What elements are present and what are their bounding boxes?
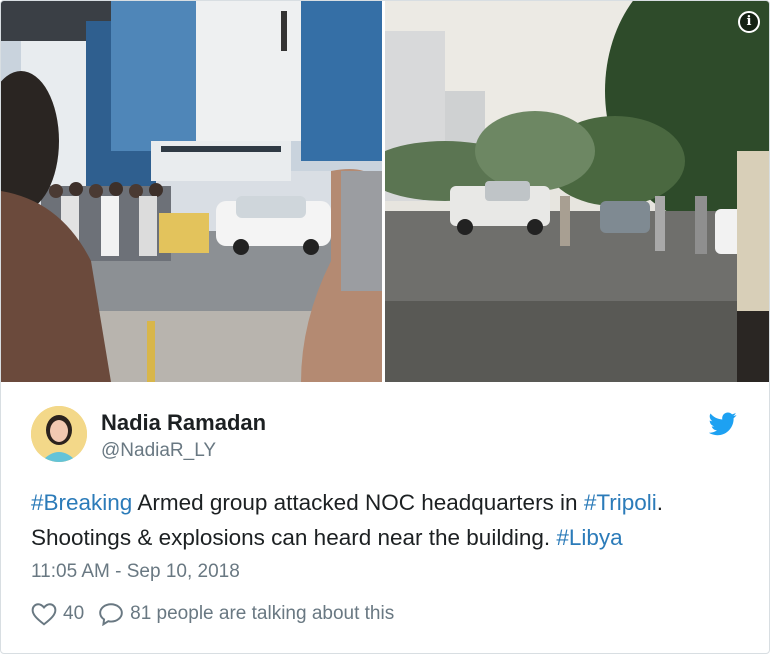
info-icon[interactable]: i <box>738 11 760 33</box>
hashtag-libya[interactable]: #Libya <box>556 525 622 550</box>
user-handle[interactable]: @NadiaR_LY <box>101 440 216 462</box>
avatar[interactable] <box>31 406 87 462</box>
hashtag-tripoli[interactable]: #Tripoli <box>584 490 657 515</box>
tweet-header: Nadia Ramadan @NadiaR_LY <box>31 406 739 466</box>
tweet-card: i Nadia Ramadan @NadiaR_LY #Breaking Arm… <box>0 0 770 654</box>
tweet-media[interactable]: i <box>1 1 769 382</box>
display-name[interactable]: Nadia Ramadan <box>101 410 266 436</box>
conversation-link[interactable]: 81 people are talking about this <box>98 602 394 626</box>
conversation-text: 81 people are talking about this <box>130 603 395 624</box>
like-count: 40 <box>63 603 85 624</box>
hashtag-breaking[interactable]: #Breaking <box>31 490 132 515</box>
twitter-bird-icon[interactable] <box>708 412 737 436</box>
photo-right[interactable]: i <box>385 1 769 382</box>
tweet-timestamp[interactable]: 11:05 AM - Sep 10, 2018 <box>31 561 240 583</box>
photo-left[interactable] <box>1 1 382 382</box>
heart-icon <box>31 603 57 626</box>
tweet-actions: 40 81 people are talking about this <box>31 599 394 629</box>
tweet-text: #Breaking Armed group attacked NOC headq… <box>31 485 741 555</box>
like-button[interactable]: 40 <box>31 602 84 626</box>
tweet-text-part-1: Armed group attacked NOC headquarters in <box>132 490 584 515</box>
speech-bubble-icon <box>99 603 123 626</box>
